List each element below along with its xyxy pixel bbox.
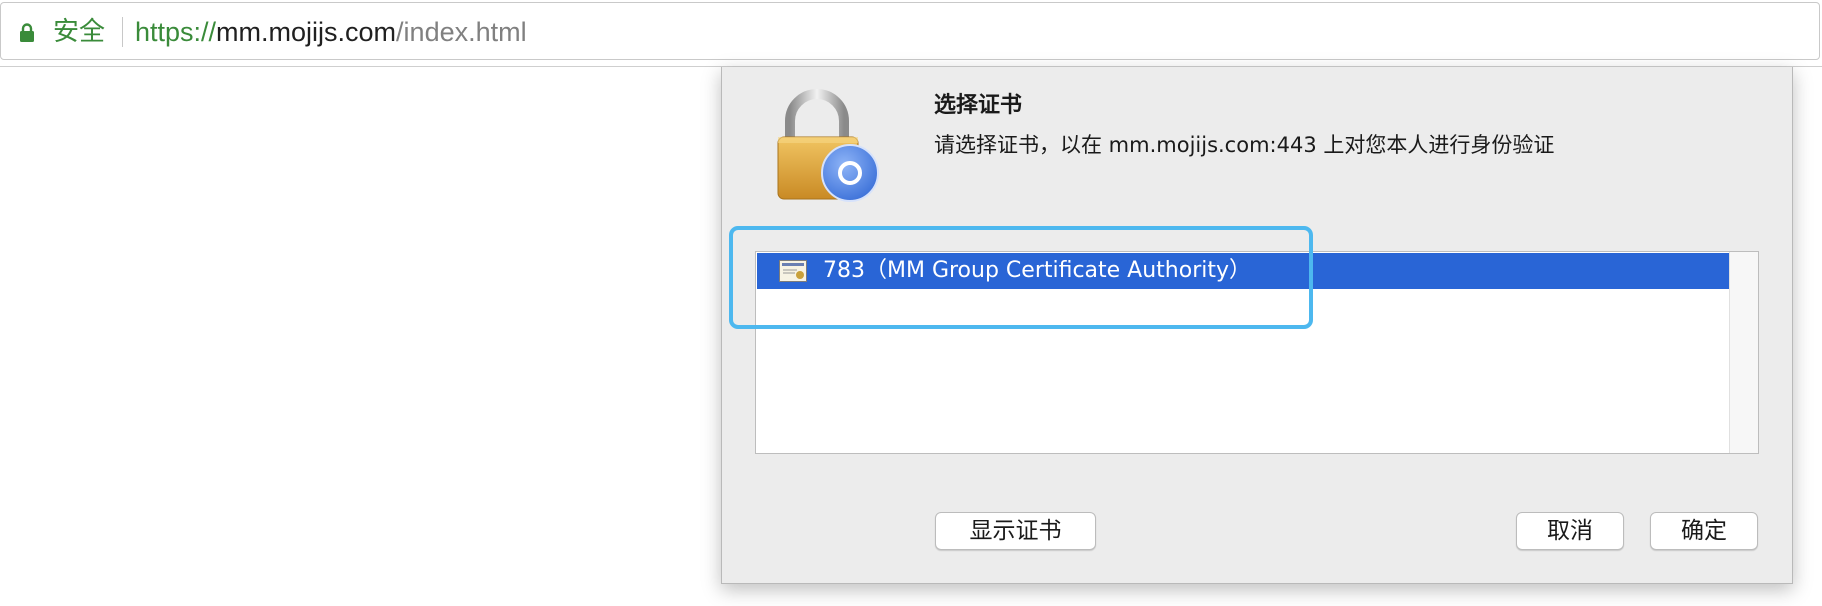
dialog-message: 请选择证书，以在 mm.mojijs.com:443 上对您本人进行身份验证: [934, 133, 1555, 157]
dialog-title: 选择证书: [934, 93, 1023, 118]
cancel-button[interactable]: 取消: [1516, 512, 1624, 550]
secure-label[interactable]: 安全: [53, 16, 105, 48]
url-path: /index.html: [396, 17, 527, 47]
url-text[interactable]: https://mm.mojijs.com/index.html: [135, 16, 527, 48]
padlock-chrome-icon: [777, 89, 879, 202]
ok-button[interactable]: 确定: [1650, 512, 1758, 550]
highlight-annotation: [729, 226, 1313, 329]
url-host: mm.mojijs.com: [216, 17, 397, 47]
address-bar[interactable]: 安全 https://mm.mojijs.com/index.html: [0, 2, 1820, 60]
list-scrollbar[interactable]: [1729, 252, 1758, 453]
url-scheme: https://: [135, 17, 217, 47]
lock-icon[interactable]: [19, 23, 35, 42]
show-certificate-button[interactable]: 显示证书: [935, 512, 1096, 550]
omnibox-separator: [122, 17, 123, 47]
